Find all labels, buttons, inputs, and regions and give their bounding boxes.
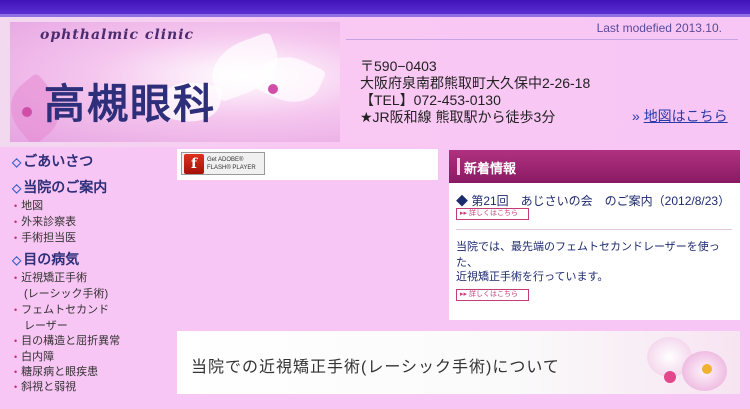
nav-item-label: 糖尿病と眼疾患 bbox=[21, 366, 99, 378]
nav-item-label: 地図 bbox=[21, 200, 44, 212]
nav-greeting-label: ごあいさつ bbox=[23, 153, 94, 169]
bullet-icon: • bbox=[14, 336, 18, 346]
nav-item-label: (レーシック手術) bbox=[24, 288, 109, 300]
nav-item-femto-cont[interactable]: レーザー bbox=[12, 317, 68, 333]
top-bar bbox=[0, 0, 750, 14]
flash-line1: Get ADOBE® bbox=[207, 156, 244, 163]
banner-text: 当院での近視矯正手術(レーシック手術)について bbox=[191, 359, 560, 376]
flower-center-decoration bbox=[268, 84, 278, 94]
flash-icon: f bbox=[184, 153, 204, 174]
nav-guide[interactable]: ◇ 当院のご案内 bbox=[12, 177, 107, 197]
news-item-2-line1: 当院では、最先端のフェムトセカンドレーザーを使った、 bbox=[456, 241, 720, 269]
bullet-icon: • bbox=[14, 367, 18, 377]
get-flash-player-button[interactable]: f Get ADOBE® FLASH® PLAYER bbox=[181, 152, 265, 175]
bullet-icon: • bbox=[14, 305, 18, 315]
nav-item-schedule[interactable]: • 外来診察表 bbox=[12, 213, 76, 229]
bullet-icon: • bbox=[14, 233, 18, 243]
nav-disease-label: 目の病気 bbox=[23, 251, 80, 267]
nav-item-label: 斜視と弱視 bbox=[21, 381, 77, 393]
details-button-2[interactable]: ▸▸ 詳しくはこちら bbox=[456, 289, 529, 301]
nav-item-surgeons[interactable]: • 手術担当医 bbox=[12, 229, 76, 245]
news-header: 新着情報 bbox=[449, 150, 740, 183]
orchid-flower-center bbox=[702, 364, 712, 374]
flash-area: f Get ADOBE® FLASH® PLAYER bbox=[177, 149, 438, 180]
orchid-flower-center bbox=[664, 371, 676, 383]
nav-item-eye-structure[interactable]: • 目の構造と屈折異常 bbox=[12, 332, 120, 348]
news-item-1[interactable]: ◆ 第21回 あじさいの会 のご案内（2012/8/23） bbox=[456, 192, 730, 209]
nav-disease[interactable]: ◇ 目の病気 bbox=[12, 249, 79, 269]
lasik-banner[interactable]: 当院での近視矯正手術(レーシック手術)について bbox=[177, 331, 740, 394]
bullet-icon: • bbox=[14, 217, 18, 227]
diamond-arrow-icon: ◇ bbox=[12, 181, 22, 195]
double-chevron-icon: » bbox=[632, 108, 640, 124]
diamond-arrow-icon: ◇ bbox=[12, 253, 22, 267]
news-divider bbox=[456, 229, 732, 230]
clinic-subtitle: ophthalmic clinic bbox=[40, 27, 195, 43]
nav-item-lasik-cont[interactable]: (レーシック手術) bbox=[12, 285, 108, 301]
bullet-icon: • bbox=[14, 201, 18, 211]
nav-item-femto[interactable]: • フェムトセカンド bbox=[12, 301, 109, 317]
nav-item-label: 外来診察表 bbox=[21, 216, 77, 228]
last-modified-text: Last modefied 2013.10. bbox=[596, 21, 722, 35]
nav-item-map[interactable]: • 地図 bbox=[12, 197, 43, 213]
details-button-1[interactable]: ▸▸ 詳しくはこちら bbox=[456, 208, 529, 220]
flash-line2: FLASH® PLAYER bbox=[207, 164, 256, 171]
nav-guide-label: 当院のご案内 bbox=[23, 179, 108, 195]
map-link[interactable]: » 地図はこちら bbox=[632, 106, 728, 126]
map-link-label: 地図はこちら bbox=[643, 108, 728, 124]
header-divider bbox=[346, 39, 738, 40]
nav-item-lasik[interactable]: • 近視矯正手術 bbox=[12, 269, 87, 285]
nav-greeting[interactable]: ◇ ごあいさつ bbox=[12, 151, 93, 171]
nav-item-label: レーザー bbox=[24, 320, 68, 332]
nav-item-diabetes[interactable]: • 糖尿病と眼疾患 bbox=[12, 363, 98, 379]
nav-item-label: 白内障 bbox=[21, 351, 55, 363]
bullet-icon: • bbox=[14, 352, 18, 362]
access-info: ★JR阪和線 熊取駅から徒歩3分 bbox=[360, 109, 556, 125]
news-panel: 新着情報 ◆ 第21回 あじさいの会 のご案内（2012/8/23） ▸▸ 詳し… bbox=[449, 150, 740, 320]
news-header-bar bbox=[457, 158, 460, 175]
nav-item-label: 手術担当医 bbox=[21, 232, 77, 244]
bullet-icon: • bbox=[14, 273, 18, 283]
bullet-icon: • bbox=[14, 382, 18, 392]
nav-item-label: 目の構造と屈折異常 bbox=[21, 335, 121, 347]
diamond-arrow-icon: ◇ bbox=[12, 155, 22, 169]
news-item-2-line2: 近視矯正手術を行っています。 bbox=[456, 271, 609, 283]
nav-item-label: 近視矯正手術 bbox=[21, 272, 88, 284]
news-title: 新着情報 bbox=[464, 161, 517, 176]
flower-center-decoration bbox=[22, 107, 32, 117]
nav-item-cataract[interactable]: • 白内障 bbox=[12, 348, 54, 364]
clinic-logo-title[interactable]: 高槻眼科 bbox=[44, 70, 216, 130]
nav-item-label: フェムトセカンド bbox=[21, 304, 110, 316]
nav-item-strabismus[interactable]: • 斜視と弱視 bbox=[12, 378, 76, 394]
